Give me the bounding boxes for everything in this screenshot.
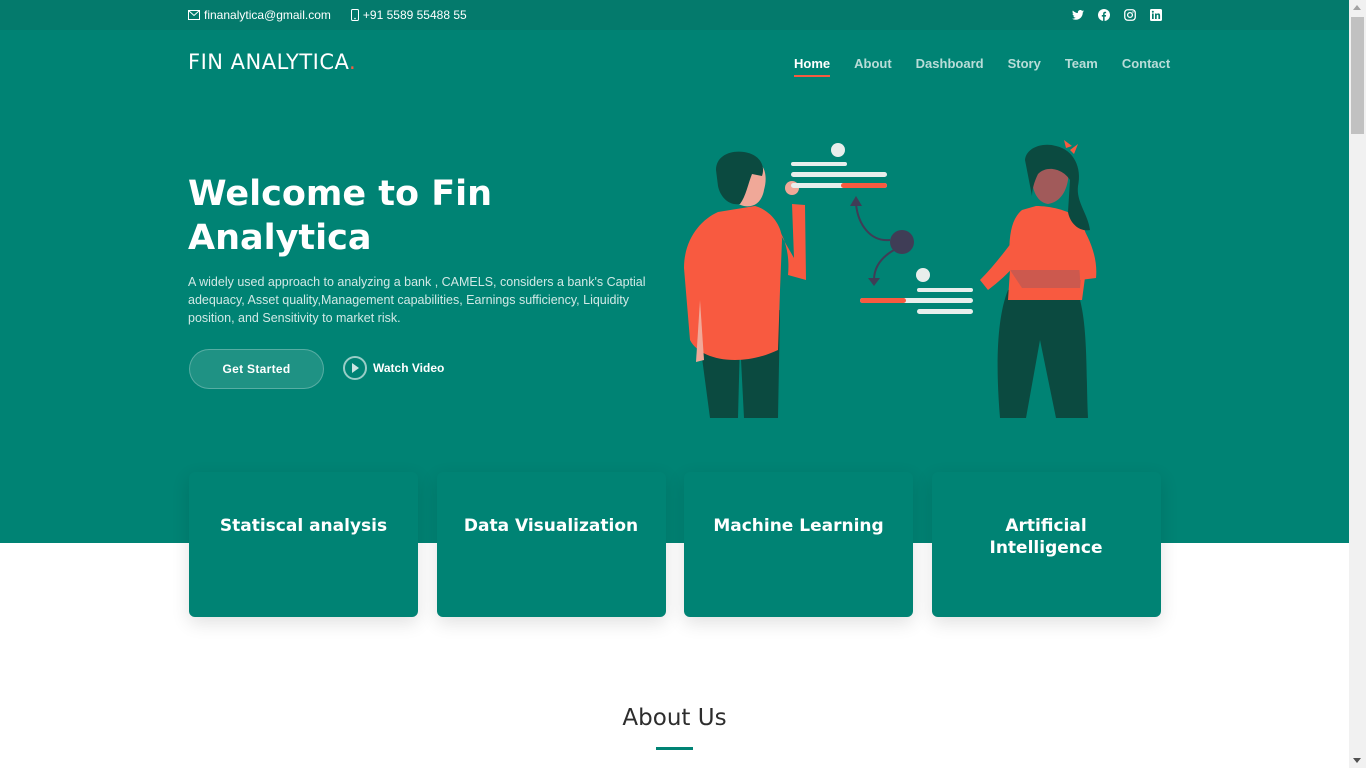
nav-item-team[interactable]: Team [1065,56,1098,77]
phone-icon [350,9,359,21]
about-section-title: About Us [622,705,727,731]
brand-name: FIN ANALYTICA [188,50,350,74]
bottom-data-card [860,268,973,314]
nav-item-home[interactable]: Home [794,56,831,77]
hero-illustration [684,140,1097,418]
scroll-down-arrow-icon[interactable] [1353,758,1361,763]
email-text: finanalytica@gmail.com [204,8,331,22]
feature-card-label: Machine Learning [713,516,884,536]
site-logo[interactable]: FIN ANALYTICA. [188,50,356,74]
brand-dot: . [349,50,357,74]
woman-figure [980,140,1097,418]
hero-title: Welcome to Fin Analytica [188,174,493,258]
nav-item-dashboard[interactable]: Dashboard [916,56,984,77]
feature-card-label: Statiscal analysis [219,516,388,536]
hero-description: A widely used approach to analyzing a ba… [188,275,646,325]
main-nav: Home About Dashboard Story Team Contact [782,56,1182,77]
feature-card-label: Artificial Intelligence [989,516,1103,558]
watch-video-label: Watch Video [373,361,445,375]
phone-text: +91 5589 55488 55 [362,8,467,22]
contact-info: finanalytica@gmail.com +91 5589 55488 55 [188,8,487,22]
phone-contact[interactable]: +91 5589 55488 55 [350,8,467,22]
feature-card-label: Data Visualization [463,516,639,536]
feature-cards: Statiscal analysis Data Visualization Ma… [189,472,1161,617]
scroll-up-arrow-icon[interactable] [1353,5,1361,10]
social-links [1071,8,1175,22]
top-data-card [791,143,887,188]
page: finanalytica@gmail.com +91 5589 55488 55 [0,0,1349,768]
feature-card-data-visualization[interactable]: Data Visualization [436,472,666,617]
facebook-icon[interactable] [1097,8,1111,22]
man-figure [684,151,806,418]
get-started-button[interactable]: Get Started [189,349,324,389]
linkedin-icon[interactable] [1149,8,1163,22]
feature-card-machine-learning[interactable]: Machine Learning [684,472,913,617]
watch-video-button[interactable]: Watch Video [343,356,444,380]
vertical-scrollbar[interactable] [1349,0,1366,768]
feature-card-statistical-analysis[interactable]: Statiscal analysis [189,472,418,617]
scrollbar-thumb[interactable] [1351,17,1364,134]
feature-card-artificial-intelligence[interactable]: Artificial Intelligence [931,472,1161,617]
about-title-underline [656,747,693,750]
envelope-icon [188,10,200,20]
nav-item-story[interactable]: Story [1008,56,1041,77]
instagram-icon[interactable] [1123,8,1137,22]
email-contact[interactable]: finanalytica@gmail.com [188,8,331,22]
top-bar: finanalytica@gmail.com +91 5589 55488 55 [0,0,1349,30]
nav-item-about[interactable]: About [854,56,892,77]
nav-item-contact[interactable]: Contact [1122,56,1170,77]
twitter-icon[interactable] [1071,8,1085,22]
play-icon [343,356,367,380]
connector-graph [850,196,914,286]
